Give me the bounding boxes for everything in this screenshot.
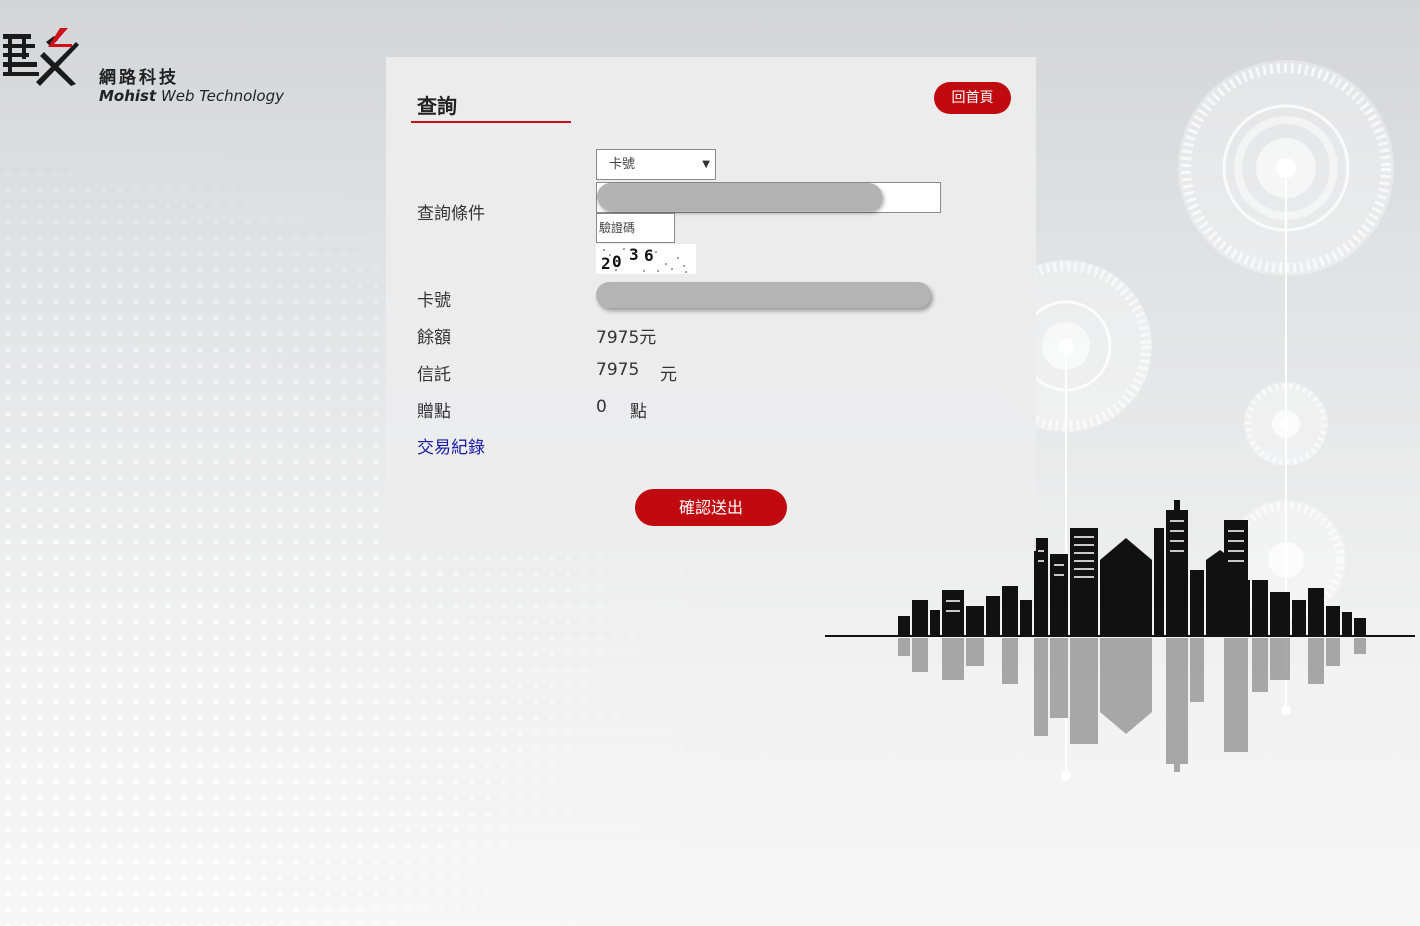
title-underline [411,121,571,123]
query-type-selected-value: 卡號 [609,157,636,172]
mohist-logo-mark [3,28,79,86]
query-panel: 查詢 回首頁 查詢條件 卡號 ▼ 驗證碼 2 0 3 6 卡號 餘額 7975元… [386,57,1036,551]
bonus-points-value: 0 [596,397,607,417]
horizon-line [825,635,1415,637]
trust-label: 信託 [417,365,451,385]
captcha-image[interactable]: 2 0 3 6 [596,244,696,274]
captcha-placeholder: 驗證碼 [599,221,636,235]
query-condition-label: 查詢條件 [417,204,485,224]
company-logo: 網路科技 Mohist Web Technology [0,26,300,105]
svg-text:2: 2 [601,254,611,273]
trust-value: 7975 [596,360,640,380]
bonus-points-unit: 點 [630,402,647,422]
page-title: 查詢 [417,94,457,118]
balance-label: 餘額 [417,328,451,348]
skyline-reflection [898,638,1366,772]
dropdown-caret-icon: ▼ [702,159,710,170]
submit-button[interactable]: 確認送出 [635,489,787,526]
brand-name-english: Mohist Web Technology [99,87,284,105]
query-type-select[interactable]: 卡號 ▼ [596,149,716,180]
svg-text:0: 0 [612,252,622,271]
brand-name-rest: Web Technology [160,87,285,105]
svg-text:6: 6 [644,246,654,265]
card-number-label: 卡號 [417,291,451,311]
redacted-card-number [596,282,931,308]
brand-name-chinese: 網路科技 [99,68,179,88]
svg-text:3: 3 [629,245,639,264]
bonus-points-label: 贈點 [417,402,451,422]
brand-name-bold: Mohist [99,87,157,105]
trust-unit: 元 [660,365,677,385]
transaction-history-link[interactable]: 交易紀錄 [417,433,485,458]
home-button[interactable]: 回首頁 [934,82,1011,114]
redacted-query-value [597,183,882,210]
balance-value: 7975元 [596,328,657,348]
captcha-input[interactable]: 驗證碼 [596,213,675,243]
